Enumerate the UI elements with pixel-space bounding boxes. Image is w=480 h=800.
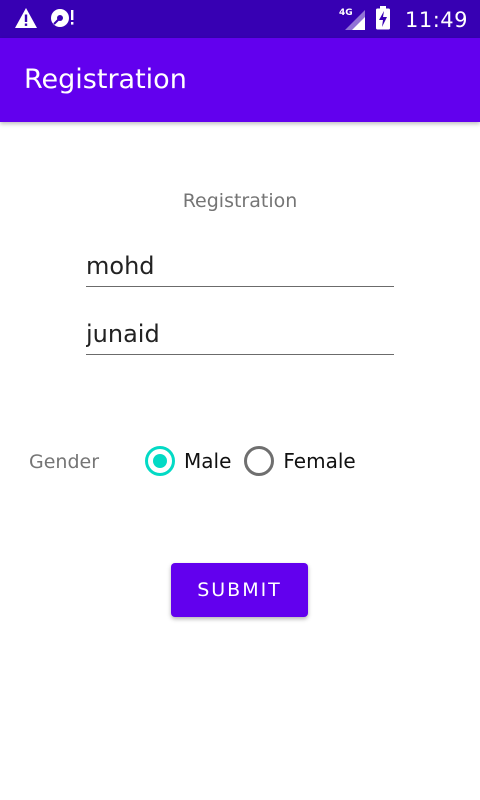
app-bar-title: Registration (24, 64, 187, 95)
radio-label-female: Female (283, 449, 356, 473)
last-name-field[interactable] (86, 315, 394, 355)
system-icons: 4G 11:49 (339, 6, 468, 34)
radio-option-male[interactable]: Male (145, 446, 231, 476)
form-heading: Registration (182, 190, 298, 212)
sd-card-alert-icon (50, 7, 76, 33)
first-name-input[interactable] (86, 247, 394, 285)
status-bar: 4G 11:49 (0, 0, 480, 38)
status-clock: 11:49 (404, 8, 468, 32)
warning-icon (14, 7, 38, 33)
submit-button[interactable]: SUBMIT (171, 563, 308, 617)
first-name-field[interactable] (86, 247, 394, 287)
radio-option-female[interactable]: Female (244, 446, 356, 476)
signal-icon: 4G (339, 8, 367, 32)
last-name-input[interactable] (86, 315, 394, 353)
battery-charging-icon (375, 6, 391, 34)
notification-icons (14, 7, 76, 33)
gender-radio-group: Male Female (145, 446, 356, 476)
radio-button-male[interactable] (145, 446, 175, 476)
radio-button-female[interactable] (244, 446, 275, 476)
radio-label-male: Male (184, 449, 232, 473)
gender-label: Gender (29, 451, 100, 473)
app-bar: Registration (0, 38, 480, 122)
